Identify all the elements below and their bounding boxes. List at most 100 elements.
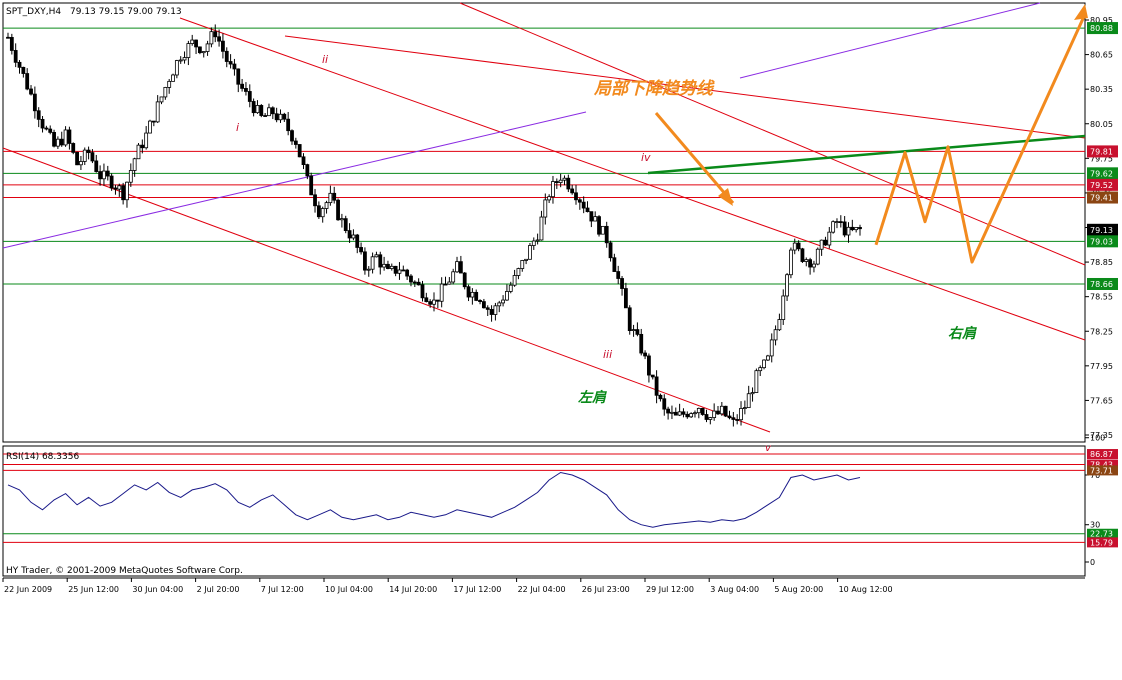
price-tick-label: 77.65: [1090, 396, 1113, 405]
candle-body: [71, 143, 76, 153]
candle-body: [309, 175, 314, 196]
candle-body: [528, 245, 532, 260]
candle-body: [140, 144, 145, 149]
candle-body: [570, 188, 575, 194]
candle-body: [631, 329, 636, 332]
candle-body: [128, 170, 133, 183]
candle-body: [458, 261, 463, 274]
candle-body: [63, 129, 68, 146]
time-tick-label: 22 Jul 04:00: [518, 585, 566, 594]
price-tick-label: 80.05: [1090, 120, 1113, 129]
candle-body: [639, 333, 644, 354]
candle-body: [90, 152, 95, 162]
candle-body: [174, 60, 179, 76]
candle-body: [197, 46, 202, 54]
candle-body: [48, 128, 53, 133]
candle-body: [439, 283, 444, 302]
candle-body: [508, 284, 513, 292]
candle-body: [623, 288, 628, 309]
price-marker-label: 79.13: [1090, 226, 1113, 235]
candle-body: [9, 37, 14, 51]
candle-body: [17, 61, 22, 68]
candle-body: [716, 410, 720, 415]
time-tick-label: 14 Jul 20:00: [389, 585, 437, 594]
candle-body: [643, 352, 647, 357]
candle-body: [792, 242, 797, 251]
candle-body: [224, 50, 229, 62]
candle-body: [850, 226, 855, 231]
candle-body: [351, 234, 356, 239]
candle-body: [151, 120, 156, 123]
price-tick-label: 78.25: [1090, 327, 1113, 336]
candle-body: [205, 43, 210, 52]
candle-body: [305, 164, 310, 177]
candle-body: [800, 248, 805, 262]
candle-body: [59, 138, 64, 146]
candle-body: [554, 181, 559, 183]
candle-body: [700, 407, 705, 415]
candle-body: [608, 242, 613, 259]
candle-body: [662, 398, 667, 410]
time-axis: 22 Jun 2009 25 Jun 12:00 30 Jun 04:00 2 Jul…: [2, 578, 893, 594]
candle-body: [155, 101, 160, 123]
candle-body: [574, 192, 578, 201]
candle-body: [382, 263, 387, 268]
candle-body: [320, 208, 325, 218]
candle-body: [577, 199, 582, 203]
candle-body: [290, 130, 294, 142]
wave-label-ii: ii: [322, 53, 328, 66]
candle-body: [455, 261, 459, 273]
time-tick-label: 10 Aug 12:00: [839, 585, 893, 594]
time-tick-label: 30 Jun 04:00: [132, 585, 183, 594]
candle-body: [846, 226, 851, 236]
candle-body: [6, 36, 10, 39]
price-marker-label: 80.88: [1090, 24, 1113, 33]
candle-body: [98, 171, 103, 180]
candle-body: [635, 329, 640, 335]
candle-body: [781, 295, 786, 320]
candle-body: [543, 199, 548, 218]
candle-body: [620, 278, 624, 289]
candle-body: [44, 127, 49, 130]
local-downtrend-label: 局部下降趋势线: [593, 79, 715, 99]
candle-body: [447, 281, 452, 285]
candle-body: [55, 138, 60, 147]
candle-body: [435, 299, 440, 302]
price-tick-label: 77.95: [1090, 362, 1113, 371]
rsi-level-label: 15.79: [1090, 538, 1113, 547]
price-marker-label: 79.52: [1090, 181, 1113, 190]
candle-body: [32, 93, 37, 112]
candle-body: [819, 239, 824, 250]
symbol-title: SPT_DXY,H4: [6, 7, 61, 17]
candle-body: [374, 254, 379, 258]
candle-body: [804, 259, 809, 262]
candle-body: [566, 177, 571, 190]
candle-body: [581, 201, 586, 209]
candle-body: [815, 248, 820, 265]
candle-body: [40, 118, 45, 129]
candle-body: [132, 158, 137, 171]
chart-window: 80.9580.6580.3580.0579.7579.4579.1578.85…: [0, 0, 1122, 676]
candle-body: [489, 309, 494, 315]
rsi-tick-label: 0: [1090, 558, 1095, 567]
candle-body: [105, 170, 110, 177]
candle-body: [808, 259, 813, 268]
candle-body: [773, 329, 778, 341]
rsi-level-label: 86.87: [1090, 450, 1113, 459]
candle-body: [293, 140, 298, 145]
candle-body: [654, 376, 659, 396]
candle-body: [666, 408, 671, 414]
candle-body: [386, 263, 390, 269]
candle-body: [267, 107, 271, 117]
candle-body: [67, 129, 72, 144]
candle-body: [274, 113, 279, 121]
candle-body: [136, 144, 141, 160]
candle-body: [470, 291, 475, 298]
candle-body: [762, 359, 766, 369]
candle-body: [102, 170, 106, 180]
candle-body: [232, 63, 237, 70]
candle-body: [835, 221, 839, 223]
candle-body: [501, 299, 505, 304]
time-tick-label: 2 Jul 20:00: [197, 585, 240, 594]
candle-body: [562, 177, 567, 181]
